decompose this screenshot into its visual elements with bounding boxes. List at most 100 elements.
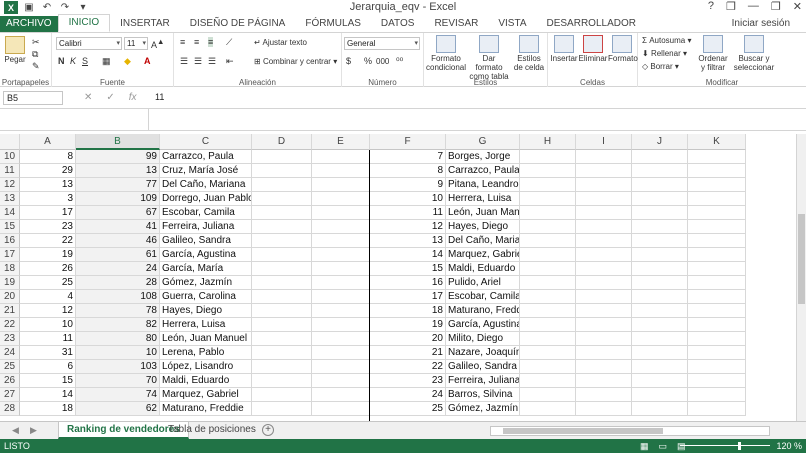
merge-center-button[interactable]: ⊞ Combinar y centrar ▾ <box>254 57 337 66</box>
cell-i[interactable] <box>576 206 632 220</box>
cell-h[interactable] <box>520 220 576 234</box>
row-header[interactable]: 25 <box>0 360 20 374</box>
cell-g[interactable]: Maldi, Eduardo <box>446 262 520 276</box>
column-header-f[interactable]: F <box>370 134 446 150</box>
cell-i[interactable] <box>576 290 632 304</box>
cell-c[interactable]: López, Lisandro <box>160 360 252 374</box>
row-header[interactable]: 20 <box>0 290 20 304</box>
clear-button[interactable]: ◇ Borrar ▾ <box>642 62 679 71</box>
cell-f[interactable]: 22 <box>370 360 446 374</box>
tab-data[interactable]: DATOS <box>371 16 425 32</box>
cell-k[interactable] <box>688 276 746 290</box>
cell-f[interactable]: 8 <box>370 164 446 178</box>
font-name-select[interactable]: Calibri ▾ <box>56 37 122 50</box>
cell-i[interactable] <box>576 164 632 178</box>
increase-decimal-icon[interactable]: ⁰⁰ <box>396 56 403 67</box>
cell-i[interactable] <box>576 304 632 318</box>
cell-a[interactable]: 8 <box>20 150 76 164</box>
cell-a[interactable]: 17 <box>20 206 76 220</box>
cell-f[interactable]: 25 <box>370 402 446 416</box>
cell-e[interactable] <box>312 290 370 304</box>
column-header-b[interactable]: B <box>76 134 160 150</box>
cell-b[interactable]: 70 <box>76 374 160 388</box>
normal-view-icon[interactable]: ▦ <box>640 441 649 452</box>
cell-f[interactable]: 7 <box>370 150 446 164</box>
restore-icon[interactable]: ❐ <box>771 0 781 13</box>
paste-button[interactable]: Pegar <box>4 36 26 64</box>
cell-c[interactable]: León, Juan Manuel <box>160 332 252 346</box>
cell-g[interactable]: Marquez, Gabriel <box>446 248 520 262</box>
tab-review[interactable]: REVISAR <box>424 16 488 32</box>
cell-j[interactable] <box>632 178 688 192</box>
cell-c[interactable]: Dorrego, Juan Pablo <box>160 192 252 206</box>
zoom-slider-knob[interactable] <box>738 442 741 450</box>
cell-h[interactable] <box>520 192 576 206</box>
autosum-button[interactable]: Σ Autosuma ▾ <box>642 36 691 45</box>
align-left-icon[interactable]: ☰ <box>180 56 188 67</box>
sheet-tab-positions[interactable]: Tabla de posiciones <box>160 422 264 439</box>
cell-h[interactable] <box>520 262 576 276</box>
cell-d[interactable] <box>252 164 312 178</box>
cell-i[interactable] <box>576 388 632 402</box>
cell-h[interactable] <box>520 360 576 374</box>
cell-j[interactable] <box>632 290 688 304</box>
name-box[interactable]: B5 <box>3 91 63 105</box>
cell-b[interactable]: 67 <box>76 206 160 220</box>
cell-k[interactable] <box>688 262 746 276</box>
cell-e[interactable] <box>312 402 370 416</box>
select-all-corner[interactable] <box>0 134 20 150</box>
insert-function-icon[interactable]: fx <box>129 92 137 103</box>
cell-d[interactable] <box>252 262 312 276</box>
column-header-g[interactable]: G <box>446 134 520 150</box>
customize-icon[interactable]: ▾ <box>76 2 90 14</box>
cell-e[interactable] <box>312 388 370 402</box>
cell-k[interactable] <box>688 402 746 416</box>
cell-j[interactable] <box>632 150 688 164</box>
cell-a[interactable]: 11 <box>20 332 76 346</box>
ribbon-display-icon[interactable]: ❐ <box>726 0 736 13</box>
cell-f[interactable]: 10 <box>370 192 446 206</box>
cell-g[interactable]: Hayes, Diego <box>446 220 520 234</box>
cell-j[interactable] <box>632 402 688 416</box>
cell-d[interactable] <box>252 276 312 290</box>
cell-f[interactable]: 11 <box>370 206 446 220</box>
cell-e[interactable] <box>312 178 370 192</box>
cell-g[interactable]: Pitana, Leandro <box>446 178 520 192</box>
close-icon[interactable]: ✕ <box>793 0 802 13</box>
cell-g[interactable]: Barros, Silvina <box>446 388 520 402</box>
cell-f[interactable]: 20 <box>370 332 446 346</box>
cell-k[interactable] <box>688 178 746 192</box>
cell-b[interactable]: 99 <box>76 150 160 164</box>
cell-a[interactable]: 26 <box>20 262 76 276</box>
cell-c[interactable]: Lerena, Pablo <box>160 346 252 360</box>
cell-b[interactable]: 77 <box>76 178 160 192</box>
cell-j[interactable] <box>632 262 688 276</box>
cell-i[interactable] <box>576 220 632 234</box>
cell-f[interactable]: 18 <box>370 304 446 318</box>
cell-d[interactable] <box>252 402 312 416</box>
cell-e[interactable] <box>312 234 370 248</box>
tab-file[interactable]: ARCHIVO <box>0 16 58 32</box>
format-table-button[interactable]: Dar formato como tabla <box>468 35 510 81</box>
cell-k[interactable] <box>688 346 746 360</box>
tab-page-layout[interactable]: DISEÑO DE PÁGINA <box>180 16 296 32</box>
vertical-scroll-thumb[interactable] <box>798 214 805 304</box>
number-format-select[interactable]: General ▾ <box>344 37 420 50</box>
tab-developer[interactable]: DESARROLLADOR <box>537 16 646 32</box>
cell-j[interactable] <box>632 192 688 206</box>
cell-g[interactable]: Gómez, Jazmín <box>446 402 520 416</box>
cell-f[interactable]: 23 <box>370 374 446 388</box>
cell-h[interactable] <box>520 234 576 248</box>
cell-k[interactable] <box>688 150 746 164</box>
column-header-a[interactable]: A <box>20 134 76 150</box>
column-header-k[interactable]: K <box>688 134 746 150</box>
row-header[interactable]: 13 <box>0 192 20 206</box>
tab-insert[interactable]: INSERTAR <box>110 16 180 32</box>
cell-c[interactable]: Carrazco, Paula <box>160 150 252 164</box>
column-header-i[interactable]: I <box>576 134 632 150</box>
row-header[interactable]: 21 <box>0 304 20 318</box>
cell-i[interactable] <box>576 332 632 346</box>
cell-b[interactable]: 74 <box>76 388 160 402</box>
cell-d[interactable] <box>252 360 312 374</box>
delete-cells-button[interactable]: Eliminar <box>578 35 608 63</box>
